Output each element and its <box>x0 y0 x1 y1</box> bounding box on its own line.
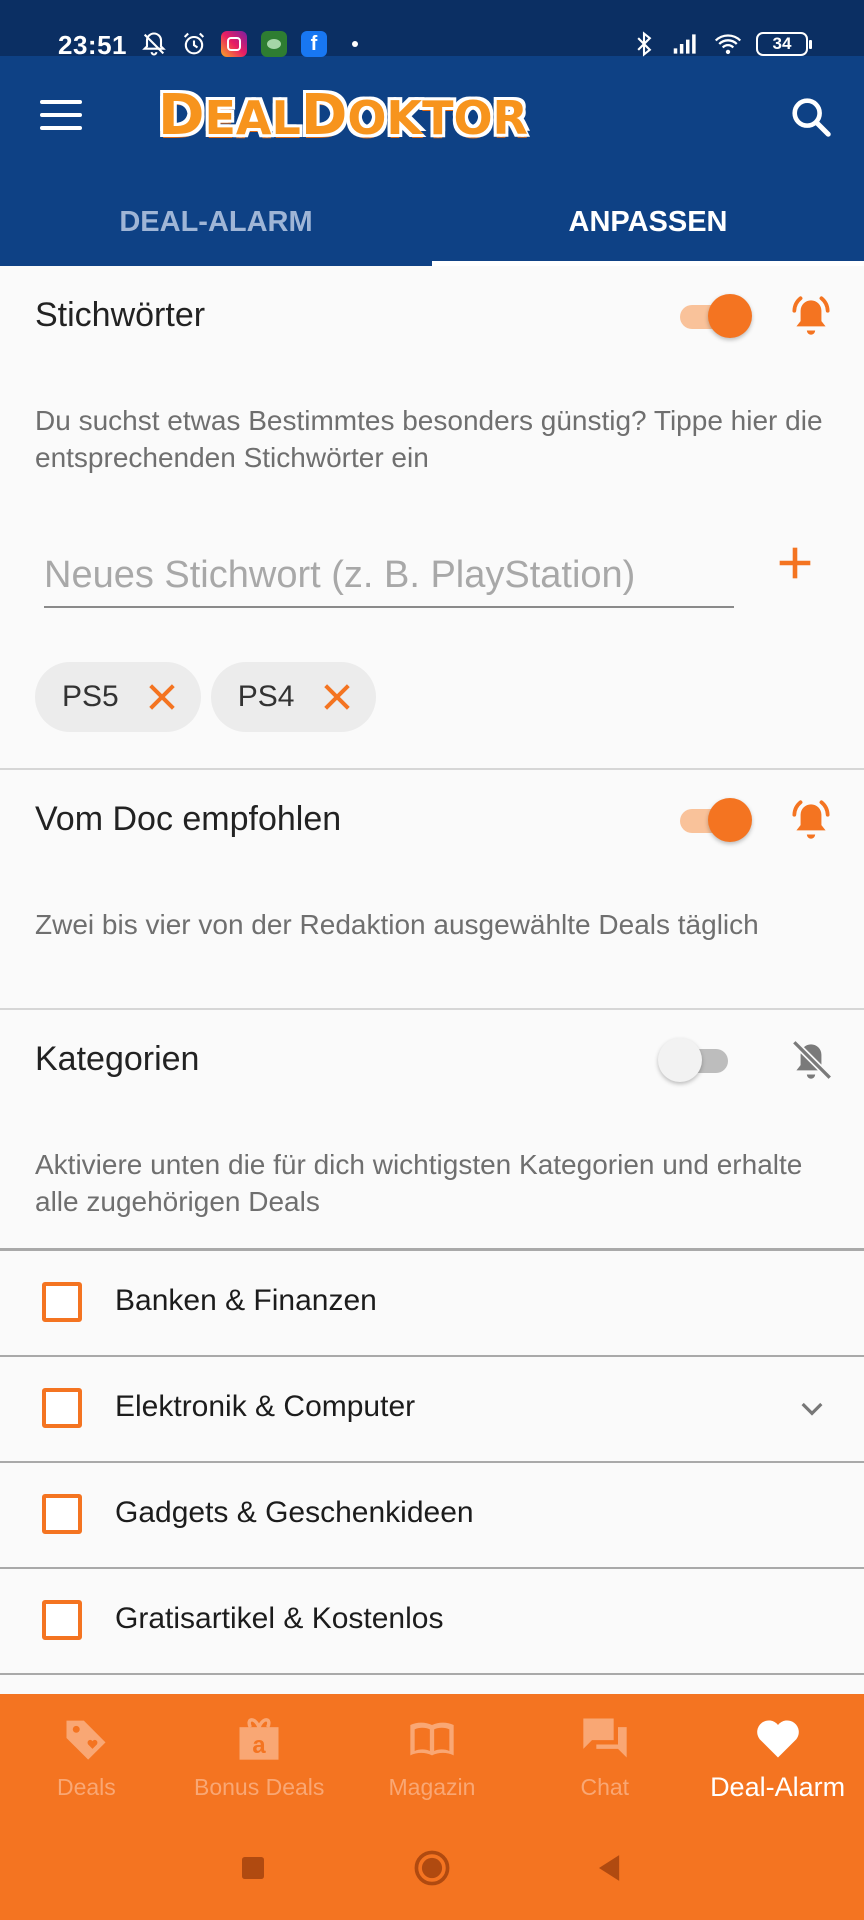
bell-ringing-icon[interactable] <box>786 796 836 846</box>
chat-icon <box>583 1718 627 1758</box>
tab-bar: DEAL-ALARM ANPASSEN <box>0 176 864 266</box>
nav-deals[interactable]: Deals <box>0 1694 173 1816</box>
category-label: Banken & Finanzen <box>115 1284 377 1317</box>
more-notifications-icon <box>352 41 358 47</box>
keyword-chip: PS5 <box>35 662 201 732</box>
bottom-navigation: Deals a Bonus Deals Magazin Chat Deal-Al… <box>0 1694 864 1816</box>
nav-label: Bonus Deals <box>193 1774 325 1800</box>
recommended-toggle[interactable] <box>674 794 752 846</box>
keywords-description: Du suchst etwas Bestimmtes besonders gün… <box>35 405 823 473</box>
tag-icon <box>66 1720 106 1760</box>
nav-label: Magazin <box>388 1774 476 1800</box>
keyword-input[interactable] <box>44 546 734 604</box>
category-label: Elektronik & Computer <box>115 1390 416 1423</box>
categories-description: Aktiviere unten die für dich wichtigsten… <box>35 1149 803 1217</box>
hamburger-icon <box>40 100 82 104</box>
bluetooth-icon <box>630 30 658 58</box>
app-bar: DEALDOKTOR <box>0 56 864 176</box>
nav-label: Chat <box>580 1774 630 1800</box>
system-navigation-bar <box>0 1816 864 1920</box>
keyword-input-wrapper <box>44 546 734 608</box>
categories-title: Kategorien <box>35 1040 200 1078</box>
recommended-description: Zwei bis vier von der Redaktion ausgewäh… <box>35 909 759 940</box>
alarm-clock-icon <box>180 30 208 58</box>
close-icon[interactable] <box>145 680 179 714</box>
category-row[interactable]: Gratisartikel & Kostenlos <box>0 1568 864 1672</box>
category-row[interactable]: Elektronik & Computer <box>0 1356 864 1460</box>
menu-button[interactable] <box>40 100 82 132</box>
close-icon[interactable] <box>320 680 354 714</box>
battery-indicator: 34 <box>756 32 812 56</box>
add-keyword-button[interactable] <box>772 540 818 586</box>
nav-label: Deal-Alarm <box>710 1772 846 1802</box>
category-row[interactable]: Gadgets & Geschenkideen <box>0 1462 864 1566</box>
dealdoktor-logo: DEALDOKTOR <box>158 83 528 148</box>
nav-deal-alarm[interactable]: Deal-Alarm <box>691 1694 864 1816</box>
keyword-chip: PS4 <box>210 662 377 732</box>
home-button[interactable] <box>410 1846 454 1890</box>
gift-icon: a <box>239 1718 279 1760</box>
row-divider <box>0 1673 864 1675</box>
app-header: 23:51 f 34 DEALDOKTOR DEAL-ALARM ANPASSE… <box>0 0 864 266</box>
category-row[interactable]: Banken & Finanzen <box>0 1250 864 1354</box>
recents-button[interactable] <box>231 1846 275 1890</box>
wifi-icon <box>714 30 742 58</box>
chip-label: PS4 <box>237 680 295 713</box>
search-button[interactable] <box>788 94 834 140</box>
heart-icon <box>756 1720 799 1758</box>
chip-label: PS5 <box>62 680 119 713</box>
facebook-icon: f <box>300 30 328 58</box>
signal-icon <box>672 30 700 58</box>
messenger-app-icon <box>260 30 288 58</box>
back-button[interactable] <box>588 1846 632 1890</box>
bell-muted-icon <box>140 30 168 58</box>
bell-ringing-icon[interactable] <box>786 292 836 342</box>
nav-chat[interactable]: Chat <box>518 1694 691 1816</box>
nav-magazin[interactable]: Magazin <box>346 1694 519 1816</box>
category-checkbox[interactable] <box>42 1282 82 1322</box>
nav-bonus-deals[interactable]: a Bonus Deals <box>173 1694 346 1816</box>
category-checkbox[interactable] <box>42 1388 82 1428</box>
tab-deal-alarm[interactable]: DEAL-ALARM <box>0 176 432 266</box>
chevron-down-icon[interactable] <box>796 1392 828 1424</box>
section-divider <box>0 1008 864 1010</box>
book-icon <box>410 1722 454 1756</box>
settings-content: Stichwörter Du suchst etwas Bestimmtes b… <box>0 266 864 1694</box>
keywords-title: Stichwörter <box>35 296 206 334</box>
category-label: Gratisartikel & Kostenlos <box>115 1602 444 1635</box>
search-icon <box>792 98 831 137</box>
tab-anpassen[interactable]: ANPASSEN <box>432 176 864 266</box>
recommended-title: Vom Doc empfohlen <box>35 800 342 838</box>
keyword-chips: PS5 PS4 <box>35 662 377 732</box>
category-label: Gadgets & Geschenkideen <box>115 1496 474 1529</box>
category-checkbox[interactable] <box>42 1494 82 1534</box>
svg-text:a: a <box>253 1732 267 1759</box>
category-checkbox[interactable] <box>42 1600 82 1640</box>
status-bar: 23:51 f 34 <box>0 0 864 60</box>
categories-toggle[interactable] <box>658 1034 734 1086</box>
keywords-toggle[interactable] <box>674 290 752 342</box>
bell-off-icon[interactable] <box>786 1036 836 1086</box>
instagram-icon <box>220 30 248 58</box>
section-divider <box>0 768 864 770</box>
nav-label: Deals <box>56 1774 116 1800</box>
